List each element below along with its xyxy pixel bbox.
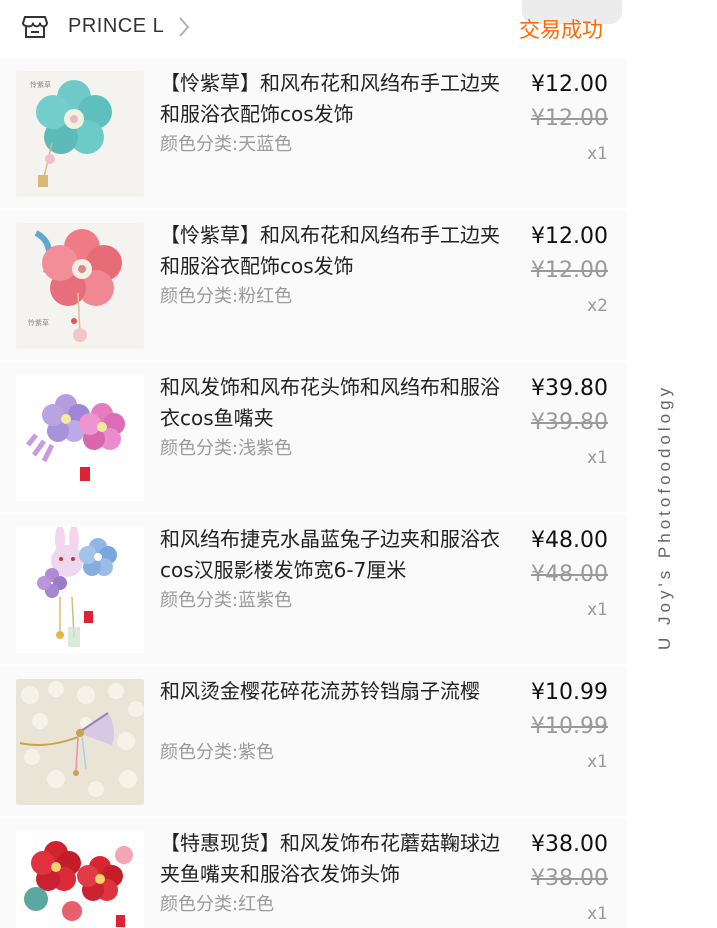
product-original-price: ¥12.00 bbox=[531, 258, 608, 283]
product-price: ¥38.00 bbox=[531, 832, 608, 857]
list-item[interactable]: 【特惠现货】和风发饰布花蘑菇鞠球边夹鱼嘴夹和服浴衣发饰头饰 颜色分类:红色 ¥3… bbox=[0, 818, 626, 928]
product-title[interactable]: 【特惠现货】和风发饰布花蘑菇鞠球边夹鱼嘴夹和服浴衣发饰头饰 bbox=[160, 828, 500, 890]
product-quantity: x1 bbox=[587, 144, 608, 164]
product-price: ¥12.00 bbox=[531, 72, 608, 97]
list-item[interactable]: 怜紫草 【怜紫草】和风布花和风绉布手工边夹和服浴衣配饰cos发饰 颜色分类:天蓝… bbox=[0, 58, 626, 208]
product-quantity: x1 bbox=[587, 448, 608, 468]
product-thumbnail[interactable] bbox=[16, 527, 144, 653]
product-quantity: x2 bbox=[587, 296, 608, 316]
product-spec: 颜色分类:红色 bbox=[160, 894, 275, 915]
product-original-price: ¥12.00 bbox=[531, 106, 608, 131]
product-thumbnail[interactable] bbox=[16, 831, 144, 928]
chevron-right-icon[interactable] bbox=[178, 16, 190, 38]
list-item[interactable]: 怜紫草 【怜紫草】和风布花和风绉布手工边夹和服浴衣配饰cos发饰 颜色分类:粉红… bbox=[0, 210, 626, 360]
list-item[interactable]: 和风烫金樱花碎花流苏铃铛扇子流樱 颜色分类:紫色 ¥10.99 ¥10.99 x… bbox=[0, 666, 626, 816]
order-card: PRINCE L 交易成功 怜紫草 【怜紫草】和风布花和风绉布手工边夹和服浴衣配… bbox=[0, 0, 626, 928]
product-spec: 颜色分类:蓝紫色 bbox=[160, 590, 293, 611]
product-title[interactable]: 【怜紫草】和风布花和风绉布手工边夹和服浴衣配饰cos发饰 bbox=[160, 68, 500, 130]
list-item[interactable]: 和风绉布捷克水晶蓝兔子边夹和服浴衣cos汉服影楼发饰宽6-7厘米 颜色分类:蓝紫… bbox=[0, 514, 626, 664]
order-status: 交易成功 bbox=[519, 18, 603, 42]
product-quantity: x1 bbox=[587, 904, 608, 924]
store-icon[interactable] bbox=[22, 15, 48, 39]
product-original-price: ¥10.99 bbox=[531, 714, 608, 739]
product-spec: 颜色分类:紫色 bbox=[160, 742, 275, 763]
product-thumbnail[interactable] bbox=[16, 679, 144, 805]
product-original-price: ¥38.00 bbox=[531, 866, 608, 891]
shop-name[interactable]: PRINCE L bbox=[68, 15, 164, 38]
product-title[interactable]: 和风绉布捷克水晶蓝兔子边夹和服浴衣cos汉服影楼发饰宽6-7厘米 bbox=[160, 524, 500, 586]
product-title[interactable]: 【怜紫草】和风布花和风绉布手工边夹和服浴衣配饰cos发饰 bbox=[160, 220, 500, 282]
product-price: ¥12.00 bbox=[531, 224, 608, 249]
watermark: U Joy's Photofoodology bbox=[655, 383, 674, 650]
product-title[interactable]: 和风烫金樱花碎花流苏铃铛扇子流樱 bbox=[160, 676, 500, 707]
product-quantity: x1 bbox=[587, 752, 608, 772]
product-thumbnail[interactable] bbox=[16, 375, 144, 501]
product-original-price: ¥48.00 bbox=[531, 562, 608, 587]
product-original-price: ¥39.80 bbox=[531, 410, 608, 435]
list-item[interactable]: 和风发饰和风布花头饰和风绉布和服浴衣cos鱼嘴夹 颜色分类:浅紫色 ¥39.80… bbox=[0, 362, 626, 512]
product-price: ¥39.80 bbox=[531, 376, 608, 401]
product-quantity: x1 bbox=[587, 600, 608, 620]
order-header: PRINCE L 交易成功 bbox=[0, 0, 626, 58]
product-title[interactable]: 和风发饰和风布花头饰和风绉布和服浴衣cos鱼嘴夹 bbox=[160, 372, 500, 434]
product-thumbnail[interactable]: 怜紫草 bbox=[16, 71, 144, 197]
product-spec: 颜色分类:浅紫色 bbox=[160, 438, 293, 459]
product-thumbnail[interactable]: 怜紫草 bbox=[16, 223, 144, 349]
product-price: ¥48.00 bbox=[531, 528, 608, 553]
product-spec: 颜色分类:天蓝色 bbox=[160, 134, 293, 155]
product-price: ¥10.99 bbox=[531, 680, 608, 705]
product-spec: 颜色分类:粉红色 bbox=[160, 286, 293, 307]
svg-text:怜紫草: 怜紫草 bbox=[30, 80, 51, 89]
svg-text:怜紫草: 怜紫草 bbox=[28, 318, 49, 327]
